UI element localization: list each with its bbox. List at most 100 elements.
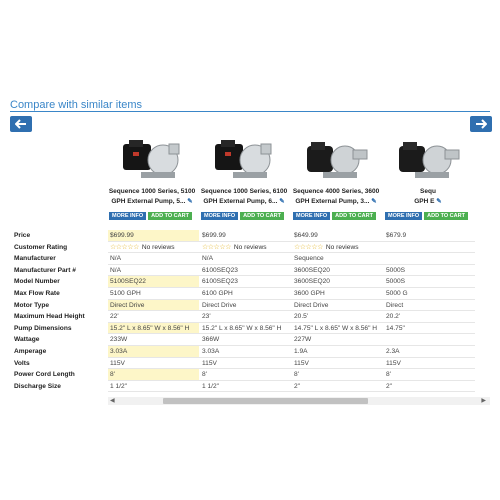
spec-cell: Sequence: [291, 253, 383, 265]
spec-cell: 3600SEQ20: [291, 276, 383, 288]
row-label: Power Cord Length: [14, 371, 75, 379]
spec-values: $699.99 ☆☆☆☆☆ No reviews N/A 6100SEQ23 6100SE…: [199, 230, 291, 393]
row-label: Model Number: [14, 278, 60, 286]
spec-cell: ☆☆☆☆☆ No reviews: [108, 242, 199, 254]
spec-cell: 15.2" L x 8.65" W x 8.56" H: [199, 323, 291, 335]
spec-cell: Direct: [383, 300, 475, 312]
spec-cell: 20.5': [291, 311, 383, 323]
spec-cell: 1 1/2": [199, 381, 291, 393]
spec-cell: 6100SEQ23: [199, 265, 291, 277]
horizontal-scrollbar[interactable]: ◀ ▶: [108, 397, 490, 405]
product-image[interactable]: [211, 138, 279, 182]
star-rating-icon: ☆☆☆☆☆: [294, 243, 323, 251]
spec-values: $649.99 ☆☆☆☆☆ No reviews Sequence 3600SEQ20 3…: [291, 230, 383, 393]
edit-icon[interactable]: ✎: [187, 198, 192, 205]
spec-cell: 8': [199, 369, 291, 381]
spec-cell: 3600SEQ20: [291, 265, 383, 277]
spec-cell: 5000 G: [383, 288, 475, 300]
spec-cell: 5000S: [383, 276, 475, 288]
spec-cell: ☆☆☆☆☆ No reviews: [199, 242, 291, 254]
more-info-button[interactable]: MORE INFO: [385, 212, 423, 220]
spec-cell: 3.03A: [199, 346, 291, 358]
product-name-link[interactable]: Sequ GPH E ✎: [384, 187, 472, 207]
spec-cell: 3600 GPH: [291, 288, 383, 300]
spec-cell: N/A: [108, 253, 199, 265]
spec-cell: 233W: [108, 334, 199, 346]
spec-cell: 115V: [199, 358, 291, 370]
spec-cell: 1.9A: [291, 346, 383, 358]
scroll-right-icon[interactable]: ▶: [481, 397, 486, 404]
product-name-link[interactable]: Sequence 1000 Series, 5100 GPH External P…: [108, 187, 196, 207]
spec-row-labels: Price Customer Rating Manufacturer Manuf…: [14, 230, 108, 392]
spec-cell: $649.99: [291, 230, 383, 242]
product-name-link[interactable]: Sequence 4000 Series, 3600 GPH External P…: [292, 187, 380, 207]
spec-values: $699.99 ☆☆☆☆☆ No reviews N/A N/A 5100SEQ22 510…: [108, 230, 199, 393]
section-divider: [10, 111, 490, 112]
spec-cell: 8': [383, 369, 475, 381]
spec-cell: 6100 GPH: [199, 288, 291, 300]
spec-cell: 5100SEQ22: [108, 276, 199, 288]
arrow-right-icon: [476, 119, 487, 129]
row-label: Max Flow Rate: [14, 289, 60, 297]
spec-cell: $699.99: [199, 230, 291, 242]
edit-icon[interactable]: ✎: [436, 198, 441, 205]
product-name-link[interactable]: Sequence 1000 Series, 6100 GPH External P…: [200, 187, 288, 207]
spec-cell: 20.2': [383, 311, 475, 323]
spec-cell: 15.2" L x 8.65" W x 8.56" H: [108, 322, 199, 335]
add-to-cart-button[interactable]: ADD TO CART: [332, 212, 376, 220]
spec-cell: 115V: [108, 358, 199, 370]
spec-cell: 14.75": [383, 323, 475, 335]
compare-viewport[interactable]: uence 1000 Series, 3300External Pump, 3.…: [108, 130, 490, 400]
star-rating-icon: ☆☆☆☆☆: [202, 243, 231, 251]
spec-cell: Direct Drive: [199, 300, 291, 312]
row-label: Customer Rating: [14, 243, 68, 251]
spec-cell: ☆☆☆☆☆ No reviews: [291, 242, 383, 254]
row-label: Manufacturer Part #: [14, 266, 76, 274]
arrow-left-icon: [15, 119, 26, 129]
spec-cell: 366W: [199, 334, 291, 346]
row-label: Pump Dimensions: [14, 324, 72, 332]
spec-cell: N/A: [199, 253, 291, 265]
scroll-left-icon[interactable]: ◀: [110, 397, 115, 404]
spec-cell: [383, 242, 475, 254]
spec-cell: $699.99: [108, 230, 199, 242]
add-to-cart-button[interactable]: ADD TO CART: [424, 212, 468, 220]
spec-cell: 2.3A: [383, 346, 475, 358]
add-to-cart-button[interactable]: ADD TO CART: [148, 212, 192, 220]
section-title: Compare with similar items: [10, 99, 143, 111]
star-rating-icon: ☆☆☆☆☆: [110, 243, 139, 251]
prev-button[interactable]: [10, 116, 32, 132]
more-info-button[interactable]: MORE INFO: [201, 212, 239, 220]
spec-cell: [383, 334, 475, 346]
spec-cell: 227W: [291, 334, 383, 346]
spec-cell: $679.9: [383, 230, 475, 242]
row-label: Manufacturer: [14, 255, 56, 263]
product-actions: MORE INFO ADD TO CART: [293, 212, 376, 220]
spec-cell: 2": [383, 381, 475, 393]
product-image[interactable]: [119, 138, 187, 182]
more-info-button[interactable]: MORE INFO: [293, 212, 331, 220]
product-image[interactable]: [395, 138, 463, 182]
row-label: Motor Type: [14, 301, 50, 309]
spec-cell: 8': [291, 369, 383, 381]
row-label: Volts: [14, 359, 30, 367]
spec-cell: 6100SEQ23: [199, 276, 291, 288]
spec-cell: 5000S: [383, 265, 475, 277]
spec-cell: 3.03A: [108, 345, 199, 358]
spec-cell: 2": [291, 381, 383, 393]
product-actions: MORE INFO ADD TO CART: [201, 212, 284, 220]
scrollbar-thumb[interactable]: [163, 398, 368, 404]
add-to-cart-button[interactable]: ADD TO CART: [240, 212, 284, 220]
product-image[interactable]: [303, 138, 371, 182]
row-label: Price: [14, 232, 31, 239]
more-info-button[interactable]: MORE INFO: [109, 212, 147, 220]
spec-cell: N/A: [108, 265, 199, 277]
spec-cell: 14.75" L x 8.65" W x 8.56" H: [291, 323, 383, 335]
spec-cell: [383, 253, 475, 265]
spec-cell: 1 1/2": [108, 381, 199, 393]
spec-cell: 115V: [291, 358, 383, 370]
edit-icon[interactable]: ✎: [371, 198, 376, 205]
row-label: Wattage: [14, 336, 40, 344]
product-actions: MORE INFO ADD TO CART: [385, 212, 468, 220]
edit-icon[interactable]: ✎: [279, 198, 284, 205]
